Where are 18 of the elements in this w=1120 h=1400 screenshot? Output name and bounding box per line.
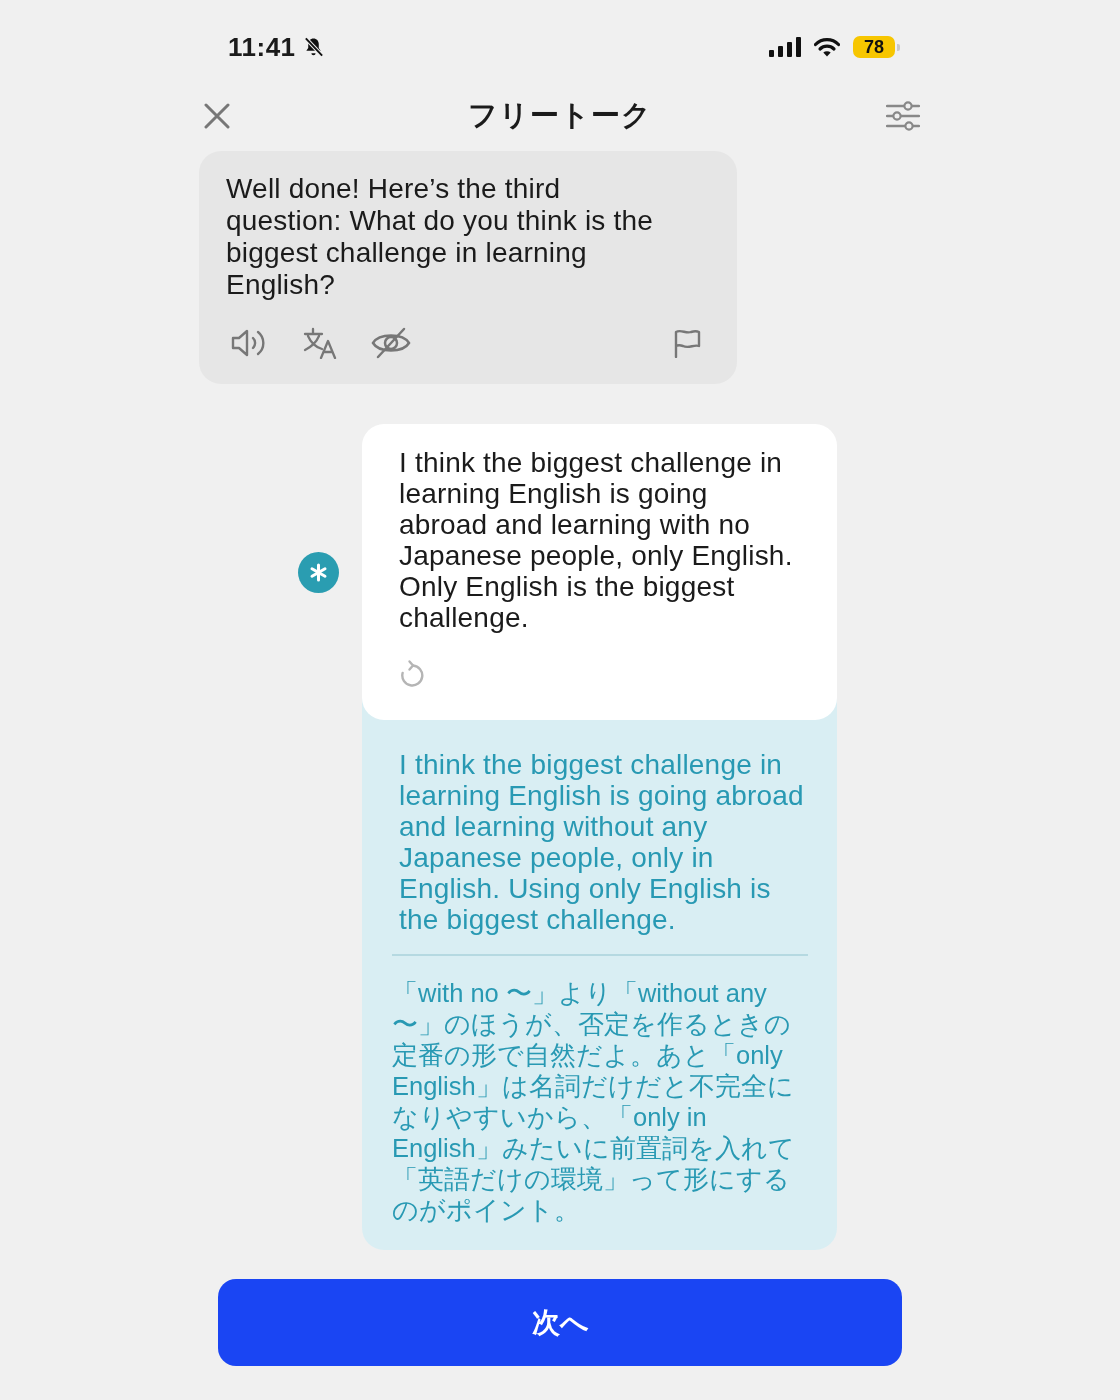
sliders-icon[interactable] [886,101,920,131]
explanation-text: 「with no 〜」より「without any 〜」のほうが、否定を作るときの定番の形で自然だよ。あと「only English」は名詞だけだと不完全になりやすいから、「only in English」みたいに前置詞を入れて「英語だけの環境」って形にするのがポイント。 [392,978,796,1226]
wifi-icon [814,37,840,57]
user-message-text: I think the biggest challenge in learning English is going abroad and learning with no Japanese people, only English. Only English is the biggest challenge. [399,447,794,633]
translate-icon[interactable] [303,327,337,359]
eye-slash-icon[interactable] [371,327,411,359]
asterisk-avatar-icon [298,551,339,593]
corrected-text: I think the biggest challenge in learning English is going abroad and learning without any Japanese people, only in English. Using only English is the biggest challenge. [399,749,805,935]
close-icon[interactable] [204,103,230,129]
screen-title: フリートーク [468,98,652,133]
refresh-icon[interactable] [399,659,425,687]
status-time: 11:41 [228,31,296,63]
next-button[interactable]: 次へ [218,1279,902,1366]
ai-message-text: Well done! Here’s the third question: What do you think is the biggest challenge in learning English? [226,173,655,301]
flag-icon[interactable] [673,328,701,358]
battery-percentage: 78 [853,36,895,58]
signal-icon [769,37,801,57]
speaker-icon[interactable] [231,328,267,358]
